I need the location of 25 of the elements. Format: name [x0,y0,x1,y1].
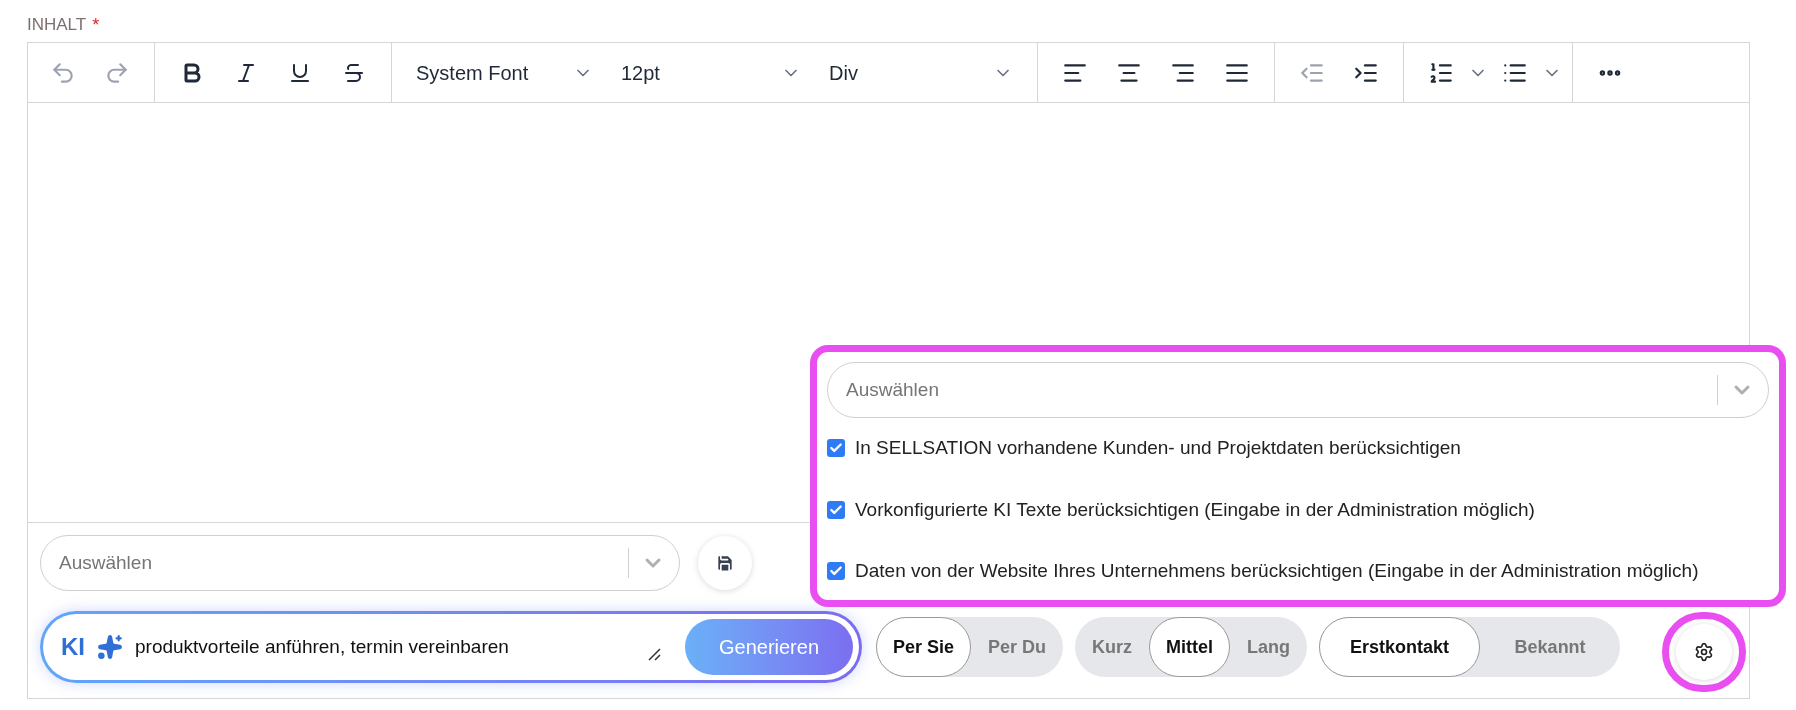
toolbar-dropdown[interactable]: Div [815,50,1027,95]
settings-icon [1694,642,1714,662]
toolbar-dropdown[interactable]: 12pt [607,50,815,95]
checkbox-label: Daten von der Website Ihres Unternehmens berücksichtigen (Eingabe in der Administration möglich) [855,559,1699,583]
segment-option[interactable]: Erstkontakt [1319,617,1481,677]
checkbox-label: In SELLSATION vorhandene Kunden- und Projektdaten berücksichtigen [855,436,1461,460]
checkbox[interactable] [827,500,845,519]
ki-label: KI [61,632,85,662]
resize-handle-icon [647,647,661,661]
segment-option[interactable]: Per Sie [876,617,972,677]
field-label: INHALT [27,14,87,37]
required-mark: * [92,13,100,37]
segment-option[interactable]: Bekannt [1480,617,1621,677]
save-button[interactable] [698,536,752,590]
prompt-field[interactable]: KI produktvorteile anführen, termin vereinbaren Generieren [40,611,862,683]
toolbar-dropdown[interactable]: System Font [402,50,607,95]
checkbox[interactable] [827,439,845,458]
segment-option[interactable]: Mittel [1149,617,1231,677]
checkbox[interactable] [827,562,845,581]
settings-button[interactable] [1676,624,1732,680]
checkbox-label: Vorkonfigurierte KI Texte berücksichtigen (Eingabe in der Administration möglich) [855,497,1535,522]
segment-option[interactable]: Per Du [971,617,1064,677]
sparkles-icon [97,634,123,660]
segment-option[interactable]: Kurz [1075,617,1150,677]
segment-option[interactable]: Lang [1230,617,1308,677]
